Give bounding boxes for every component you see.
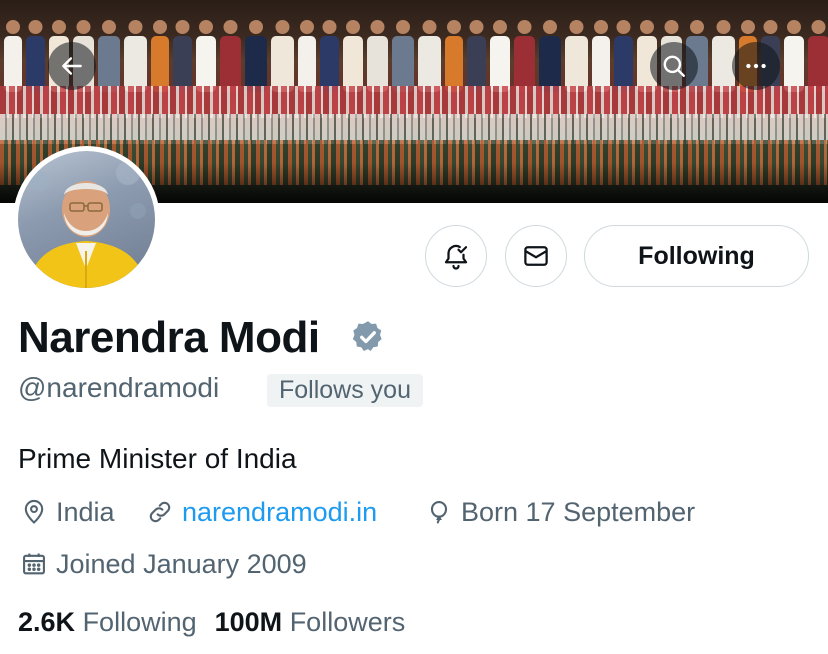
avatar-photo <box>18 151 155 288</box>
followers-count-link[interactable]: 100M Followers <box>215 607 406 637</box>
avatar[interactable] <box>13 146 160 293</box>
profile-website[interactable]: narendramodi.in <box>146 494 377 530</box>
more-horizontal-icon <box>746 63 766 69</box>
display-name: Narendra Modi <box>18 313 320 362</box>
verified-badge-icon <box>352 321 382 351</box>
user-handle: @narendramodi <box>18 372 220 403</box>
profile-joined-date: Joined January 2009 <box>20 546 307 582</box>
link-icon <box>149 501 171 523</box>
follow-counts: 2.6K Following 100M Followers <box>18 604 423 640</box>
profile-location: India <box>20 494 115 530</box>
calendar-icon <box>23 553 45 575</box>
banner-group-photo <box>4 20 828 92</box>
envelope-icon <box>524 246 548 266</box>
back-button[interactable] <box>48 42 96 90</box>
arrow-left-icon <box>62 57 82 75</box>
following-button[interactable]: Following <box>584 225 809 287</box>
website-link[interactable]: narendramodi.in <box>182 497 377 528</box>
more-button[interactable] <box>732 42 780 90</box>
message-button[interactable] <box>505 225 567 287</box>
following-count: 2.6K <box>18 607 76 637</box>
followers-label: Followers <box>289 607 406 637</box>
profile-bio: Prime Minister of India <box>18 443 297 474</box>
joined-text: Joined January 2009 <box>56 548 307 579</box>
avatar-portrait <box>28 161 146 288</box>
bell-check-icon <box>444 244 468 270</box>
balloon-icon <box>430 501 448 524</box>
following-count-link[interactable]: 2.6K Following <box>18 607 197 637</box>
notifications-button[interactable] <box>425 225 487 287</box>
location-text: India <box>56 496 115 527</box>
search-button[interactable] <box>650 42 698 90</box>
search-icon <box>663 55 685 77</box>
location-pin-icon <box>24 499 44 524</box>
born-text: Born 17 September <box>461 496 696 527</box>
following-label: Following <box>82 607 197 637</box>
followers-count: 100M <box>214 607 283 637</box>
follows-you-badge: Follows you <box>267 374 423 407</box>
profile-birthday: Born 17 September <box>425 494 695 530</box>
